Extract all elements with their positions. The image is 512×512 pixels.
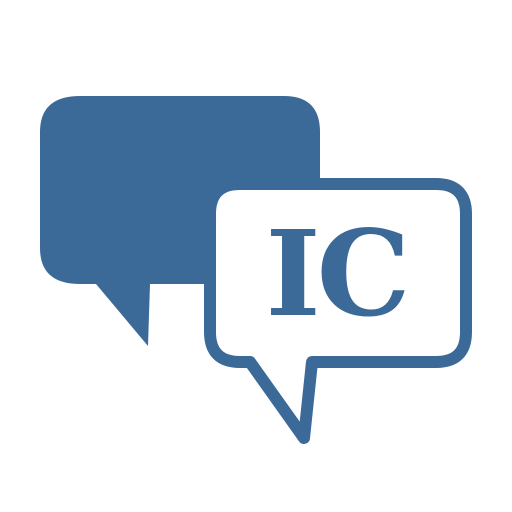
logo-monogram: IC: [265, 204, 406, 343]
app-icon: IC: [0, 0, 512, 512]
chat-bubbles-icon: IC: [40, 96, 472, 444]
